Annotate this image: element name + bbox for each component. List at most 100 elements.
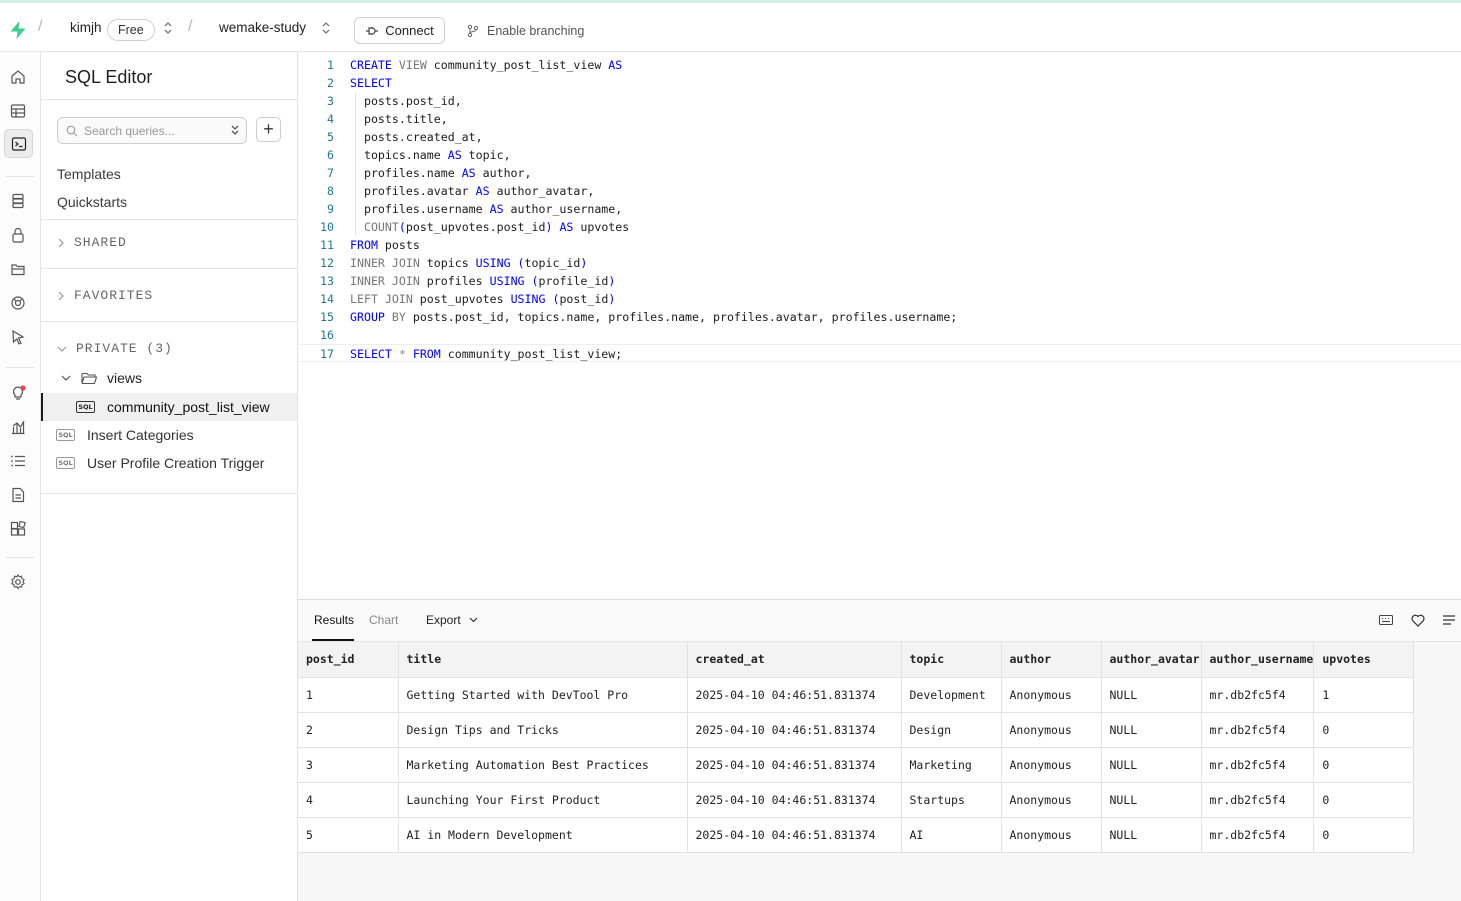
storage-icon[interactable]: [7, 258, 29, 280]
table-cell[interactable]: NULL: [1101, 712, 1202, 748]
auth-lock-icon[interactable]: [7, 224, 29, 246]
table-cell[interactable]: 2025-04-10 04:46:51.831374: [687, 782, 902, 818]
search-queries-box[interactable]: [57, 117, 247, 144]
code-line[interactable]: 3 posts.post_id,: [298, 92, 1461, 110]
folder-views[interactable]: views: [61, 370, 142, 386]
table-cell[interactable]: 5: [298, 817, 399, 853]
code-line[interactable]: 15 GROUP BY posts.post_id, topics.name, p…: [298, 308, 1461, 326]
table-cell[interactable]: 0: [1313, 817, 1415, 853]
table-cell[interactable]: NULL: [1101, 677, 1202, 713]
org-switcher-chevron-icon[interactable]: [162, 21, 174, 37]
code-line[interactable]: 2 SELECT: [298, 74, 1461, 92]
column-header-author-avatar[interactable]: author_avatar: [1101, 642, 1202, 678]
column-header-author[interactable]: author: [1001, 642, 1102, 678]
table-cell[interactable]: 0: [1313, 782, 1415, 818]
table-row[interactable]: 1 Getting Started with DevTool Pro 2025-04…: [298, 677, 1415, 713]
code-editor[interactable]: 1 CREATE VIEW community_post_list_view AS…: [298, 52, 1461, 599]
code-line[interactable]: 6 topics.name AS topic,: [298, 146, 1461, 164]
keyboard-icon[interactable]: [1378, 612, 1394, 628]
table-cell[interactable]: 4: [298, 782, 399, 818]
table-row[interactable]: 3 Marketing Automation Best Practices 2025…: [298, 747, 1415, 783]
table-cell[interactable]: Anonymous: [1001, 677, 1102, 713]
column-header-upvotes[interactable]: upvotes: [1313, 642, 1415, 678]
quickstarts-link[interactable]: Quickstarts: [57, 194, 127, 210]
tab-chart[interactable]: Chart: [369, 613, 398, 627]
table-cell[interactable]: Anonymous: [1001, 712, 1102, 748]
project-switcher-chevron-icon[interactable]: [320, 21, 332, 37]
table-cell[interactable]: 2025-04-10 04:46:51.831374: [687, 817, 902, 853]
integrations-icon[interactable]: [7, 518, 29, 540]
advisors-icon[interactable]: [7, 382, 29, 404]
filter-chevron-icon[interactable]: [230, 123, 240, 142]
menu-lines-icon[interactable]: [1441, 612, 1457, 628]
table-cell[interactable]: 2: [298, 712, 399, 748]
table-cell[interactable]: Anonymous: [1001, 747, 1102, 783]
realtime-icon[interactable]: [7, 292, 29, 314]
table-cell[interactable]: 0: [1313, 712, 1415, 748]
code-line[interactable]: 9 profiles.username AS author_username,: [298, 200, 1461, 218]
settings-gear-icon[interactable]: [7, 571, 29, 593]
code-line[interactable]: 5 posts.created_at,: [298, 128, 1461, 146]
project-name[interactable]: wemake-study: [219, 20, 306, 35]
table-cell[interactable]: Marketing Automation Best Practices: [398, 747, 688, 783]
code-line[interactable]: 1 CREATE VIEW community_post_list_view AS: [298, 56, 1461, 74]
code-line[interactable]: 12 INNER JOIN topics USING (topic_id): [298, 254, 1461, 272]
code-line[interactable]: 4 posts.title,: [298, 110, 1461, 128]
table-row[interactable]: 2 Design Tips and Tricks 2025-04-10 04:46:…: [298, 712, 1415, 748]
table-cell[interactable]: Launching Your First Product: [398, 782, 688, 818]
table-cell[interactable]: mr.db2fc5f4: [1201, 747, 1315, 783]
reports-icon[interactable]: [7, 416, 29, 438]
export-button[interactable]: Export: [426, 613, 478, 627]
table-row[interactable]: 4 Launching Your First Product 2025-04-10 …: [298, 782, 1415, 818]
column-header-author-username[interactable]: author_username: [1201, 642, 1315, 678]
table-cell[interactable]: 2025-04-10 04:46:51.831374: [687, 677, 902, 713]
connect-button[interactable]: Connect: [354, 17, 445, 44]
code-line[interactable]: 16: [298, 326, 1461, 344]
column-header-post-id[interactable]: post_id: [298, 642, 399, 678]
code-line[interactable]: 13 INNER JOIN profiles USING (profile_id): [298, 272, 1461, 290]
table-cell[interactable]: NULL: [1101, 782, 1202, 818]
favorites-section[interactable]: FAVORITES: [57, 288, 153, 303]
table-cell[interactable]: 1: [1313, 677, 1415, 713]
column-header-created-at[interactable]: created_at: [687, 642, 902, 678]
home-icon[interactable]: [7, 66, 29, 88]
templates-link[interactable]: Templates: [57, 166, 121, 182]
table-cell[interactable]: Design Tips and Tricks: [398, 712, 688, 748]
table-cell[interactable]: Marketing: [901, 747, 1002, 783]
query-item-community-post-list-view[interactable]: SQL community_post_list_view: [41, 393, 297, 421]
table-cell[interactable]: Anonymous: [1001, 817, 1102, 853]
table-cell[interactable]: 3: [298, 747, 399, 783]
table-cell[interactable]: Design: [901, 712, 1002, 748]
table-cell[interactable]: mr.db2fc5f4: [1201, 817, 1315, 853]
org-name[interactable]: kimjh: [70, 20, 102, 35]
code-line[interactable]: 8 profiles.avatar AS author_avatar,: [298, 182, 1461, 200]
favorite-heart-icon[interactable]: [1410, 612, 1426, 628]
code-line[interactable]: 7 profiles.name AS author,: [298, 164, 1461, 182]
query-item-user-profile-creation-trigger[interactable]: SQL User Profile Creation Trigger: [41, 449, 297, 477]
code-line[interactable]: 17 SELECT * FROM community_post_list_view…: [298, 344, 1461, 362]
table-cell[interactable]: mr.db2fc5f4: [1201, 677, 1315, 713]
enable-branching-button[interactable]: Enable branching: [466, 17, 584, 44]
table-cell[interactable]: 2025-04-10 04:46:51.831374: [687, 712, 902, 748]
code-line[interactable]: 14 LEFT JOIN post_upvotes USING (post_id): [298, 290, 1461, 308]
column-header-topic[interactable]: topic: [901, 642, 1002, 678]
table-cell[interactable]: AI: [901, 817, 1002, 853]
search-input[interactable]: [84, 123, 224, 138]
code-line[interactable]: 11 FROM posts: [298, 236, 1461, 254]
query-item-insert-categories[interactable]: SQL Insert Categories: [41, 421, 297, 449]
table-cell[interactable]: Anonymous: [1001, 782, 1102, 818]
table-cell[interactable]: mr.db2fc5f4: [1201, 782, 1315, 818]
table-cell[interactable]: 2025-04-10 04:46:51.831374: [687, 747, 902, 783]
table-cell[interactable]: NULL: [1101, 747, 1202, 783]
logs-icon[interactable]: [7, 450, 29, 472]
column-header-title[interactable]: title: [398, 642, 688, 678]
table-cell[interactable]: AI in Modern Development: [398, 817, 688, 853]
table-editor-icon[interactable]: [7, 100, 29, 122]
table-cell[interactable]: mr.db2fc5f4: [1201, 712, 1315, 748]
api-docs-icon[interactable]: [7, 484, 29, 506]
table-cell[interactable]: NULL: [1101, 817, 1202, 853]
sql-editor-icon[interactable]: [4, 129, 33, 158]
edge-functions-icon[interactable]: [7, 326, 29, 348]
code-line[interactable]: 10 COUNT(post_upvotes.post_id) AS upvote…: [298, 218, 1461, 236]
table-cell[interactable]: Getting Started with DevTool Pro: [398, 677, 688, 713]
